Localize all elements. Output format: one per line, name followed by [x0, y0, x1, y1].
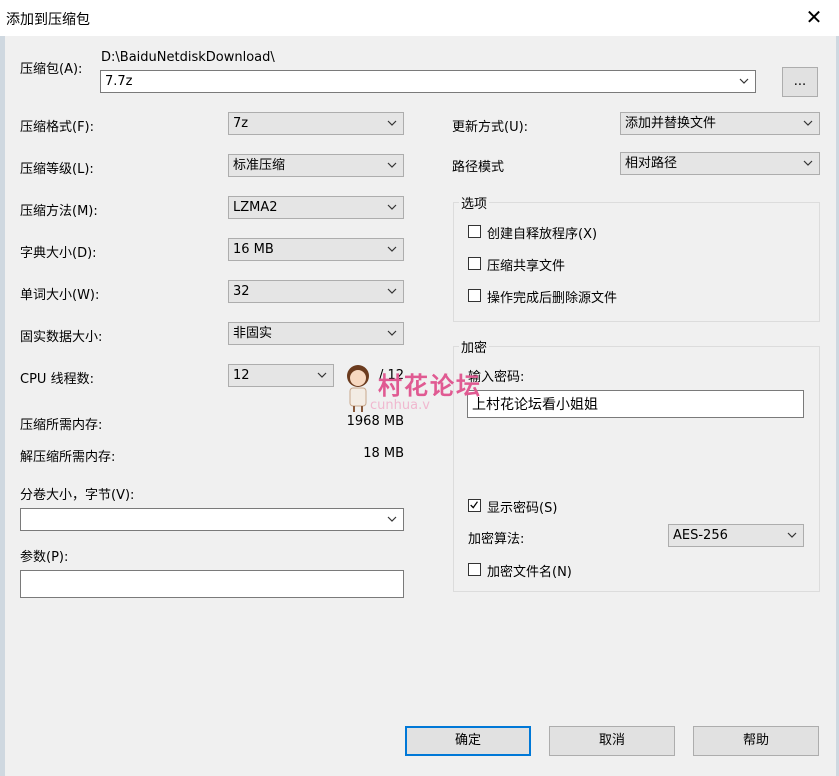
chevron-down-icon	[803, 120, 813, 126]
word-label: 单词大小(W):	[20, 288, 100, 303]
level-label: 压缩等级(L):	[20, 162, 94, 177]
split-combo[interactable]	[20, 508, 404, 531]
delete-source-label[interactable]: 操作完成后删除源文件	[487, 287, 617, 306]
chevron-down-icon	[803, 160, 813, 166]
level-select[interactable]: 标准压缩	[228, 154, 404, 177]
encryption-group-title: 加密	[459, 337, 490, 356]
word-value: 32	[233, 284, 250, 299]
mem-decompress-label: 解压缩所需内存:	[20, 450, 116, 465]
level-value: 标准压缩	[233, 158, 286, 173]
dict-select[interactable]: 16 MB	[228, 238, 404, 261]
update-value: 添加并替换文件	[625, 116, 717, 131]
solid-select[interactable]: 非固实	[228, 322, 404, 345]
method-select[interactable]: LZMA2	[228, 196, 404, 219]
cpu-value: 12	[233, 368, 250, 383]
title-bar	[0, 0, 839, 36]
watermark-text: 村花论坛	[378, 372, 482, 400]
pathmode-value: 相对路径	[625, 156, 678, 171]
dict-label: 字典大小(D):	[20, 246, 97, 261]
params-label: 参数(P):	[20, 550, 69, 565]
close-icon[interactable]: ✕	[803, 6, 825, 28]
shared-label[interactable]: 压缩共享文件	[487, 255, 565, 274]
solid-value: 非固实	[233, 326, 273, 341]
solid-label: 固实数据大小:	[20, 330, 103, 345]
method-value: LZMA2	[233, 200, 278, 215]
show-password-label[interactable]: 显示密码(S)	[487, 497, 557, 516]
chevron-down-icon	[317, 372, 327, 378]
split-label: 分卷大小，字节(V):	[20, 488, 135, 503]
chevron-down-icon	[787, 532, 797, 538]
enc-method-value: AES-256	[673, 528, 728, 543]
window-title: 添加到压缩包	[6, 12, 90, 28]
dict-value: 16 MB	[233, 242, 274, 257]
word-select[interactable]: 32	[228, 280, 404, 303]
sfx-checkbox[interactable]	[468, 225, 481, 238]
delete-source-checkbox[interactable]	[468, 289, 481, 302]
archive-name-value: 7.7z	[105, 74, 133, 89]
pathmode-select[interactable]: 相对路径	[620, 152, 820, 175]
sfx-label[interactable]: 创建自释放程序(X)	[487, 223, 597, 242]
pathmode-label: 路径模式	[452, 160, 505, 175]
checkmark-icon	[470, 501, 478, 509]
watermark-sub: cunhua.v	[370, 398, 430, 413]
password-input[interactable]: 上村花论坛看小姐姐	[467, 390, 804, 418]
chevron-down-icon	[387, 330, 397, 336]
params-input[interactable]	[20, 570, 404, 598]
archive-label: 压缩包(A):	[20, 62, 83, 77]
chevron-down-icon	[387, 162, 397, 168]
show-password-checkbox[interactable]	[468, 499, 481, 512]
method-label: 压缩方法(M):	[20, 204, 98, 219]
enc-method-select[interactable]: AES-256	[668, 524, 804, 547]
cpu-label: CPU 线程数:	[20, 372, 94, 387]
help-button[interactable]: 帮助	[693, 726, 819, 756]
update-select[interactable]: 添加并替换文件	[620, 112, 820, 135]
browse-button[interactable]: ...	[782, 67, 818, 97]
cpu-select[interactable]: 12	[228, 364, 334, 387]
chevron-down-icon	[387, 288, 397, 294]
chevron-down-icon	[387, 204, 397, 210]
chevron-down-icon	[739, 78, 749, 84]
mem-decompress-value: 18 MB	[363, 446, 404, 461]
cancel-button[interactable]: 取消	[549, 726, 675, 756]
chevron-down-icon	[387, 246, 397, 252]
update-label: 更新方式(U):	[452, 120, 529, 135]
mem-compress-value: 1968 MB	[346, 414, 404, 429]
chevron-down-icon	[387, 516, 397, 522]
encrypt-names-checkbox[interactable]	[468, 563, 481, 576]
shared-checkbox[interactable]	[468, 257, 481, 270]
ok-button[interactable]: 确定	[405, 726, 531, 756]
window-edge-left	[0, 36, 5, 776]
enc-method-label: 加密算法:	[468, 532, 525, 547]
format-value: 7z	[233, 116, 249, 131]
encrypt-names-label[interactable]: 加密文件名(N)	[487, 561, 572, 580]
chevron-down-icon	[387, 120, 397, 126]
options-group-title: 选项	[459, 193, 490, 212]
archive-path: D:\BaiduNetdiskDownload\	[101, 50, 275, 65]
mem-compress-label: 压缩所需内存:	[20, 418, 103, 433]
archive-name-combo[interactable]: 7.7z	[100, 70, 756, 93]
format-select[interactable]: 7z	[228, 112, 404, 135]
format-label: 压缩格式(F):	[20, 120, 95, 135]
